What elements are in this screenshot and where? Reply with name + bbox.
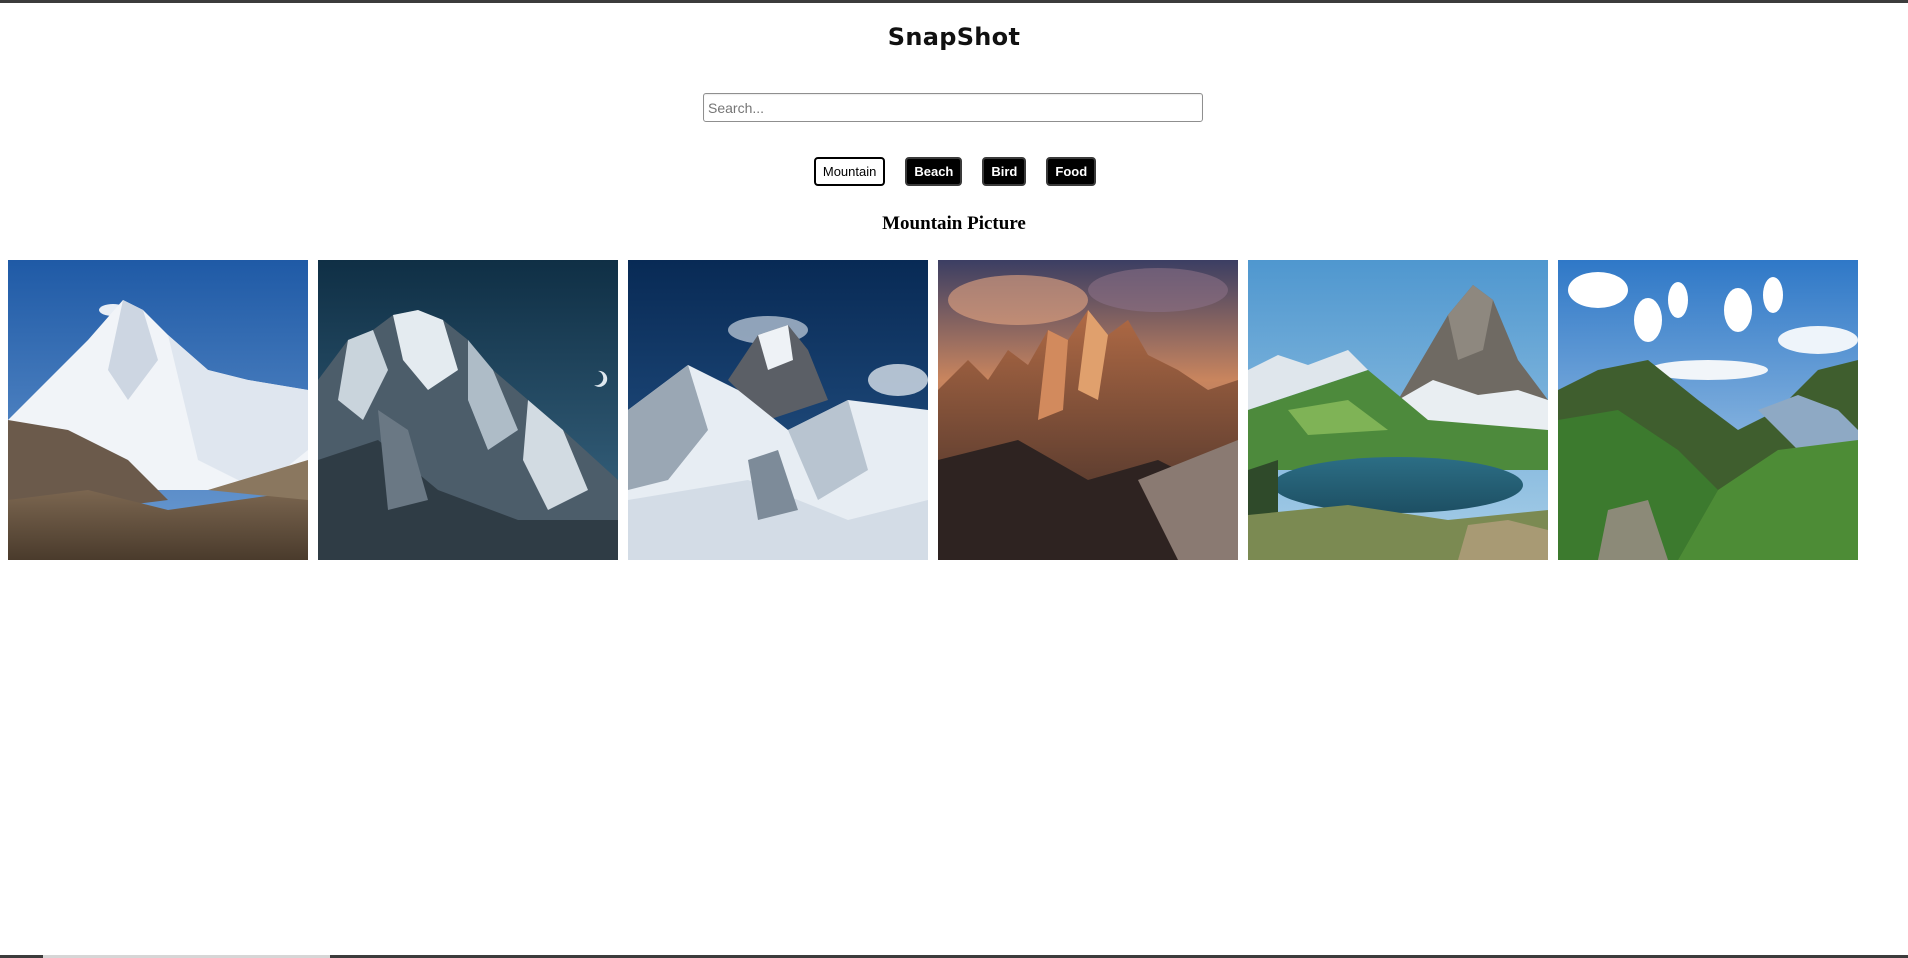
snapshot-page: SnapShot Mountain Beach Bird Food Mounta… (0, 0, 1908, 958)
food-button[interactable]: Food (1046, 157, 1097, 186)
photo-gallery (8, 260, 1858, 560)
beach-button[interactable]: Beach (905, 157, 963, 186)
gallery-photo[interactable] (938, 260, 1238, 560)
gallery-photo[interactable] (318, 260, 618, 560)
category-button-group: Mountain Beach Bird Food (0, 157, 1908, 186)
mountain-button[interactable]: Mountain (813, 157, 886, 186)
gallery-photo[interactable] (8, 260, 308, 560)
bird-button[interactable]: Bird (982, 157, 1027, 186)
gallery-photo[interactable] (1558, 260, 1858, 560)
gallery-heading: Mountain Picture (882, 213, 1026, 234)
app-title: SnapShot (887, 23, 1021, 51)
gallery-photo[interactable] (628, 260, 928, 560)
search-input[interactable] (703, 93, 1203, 122)
gallery-photo[interactable] (1248, 260, 1548, 560)
